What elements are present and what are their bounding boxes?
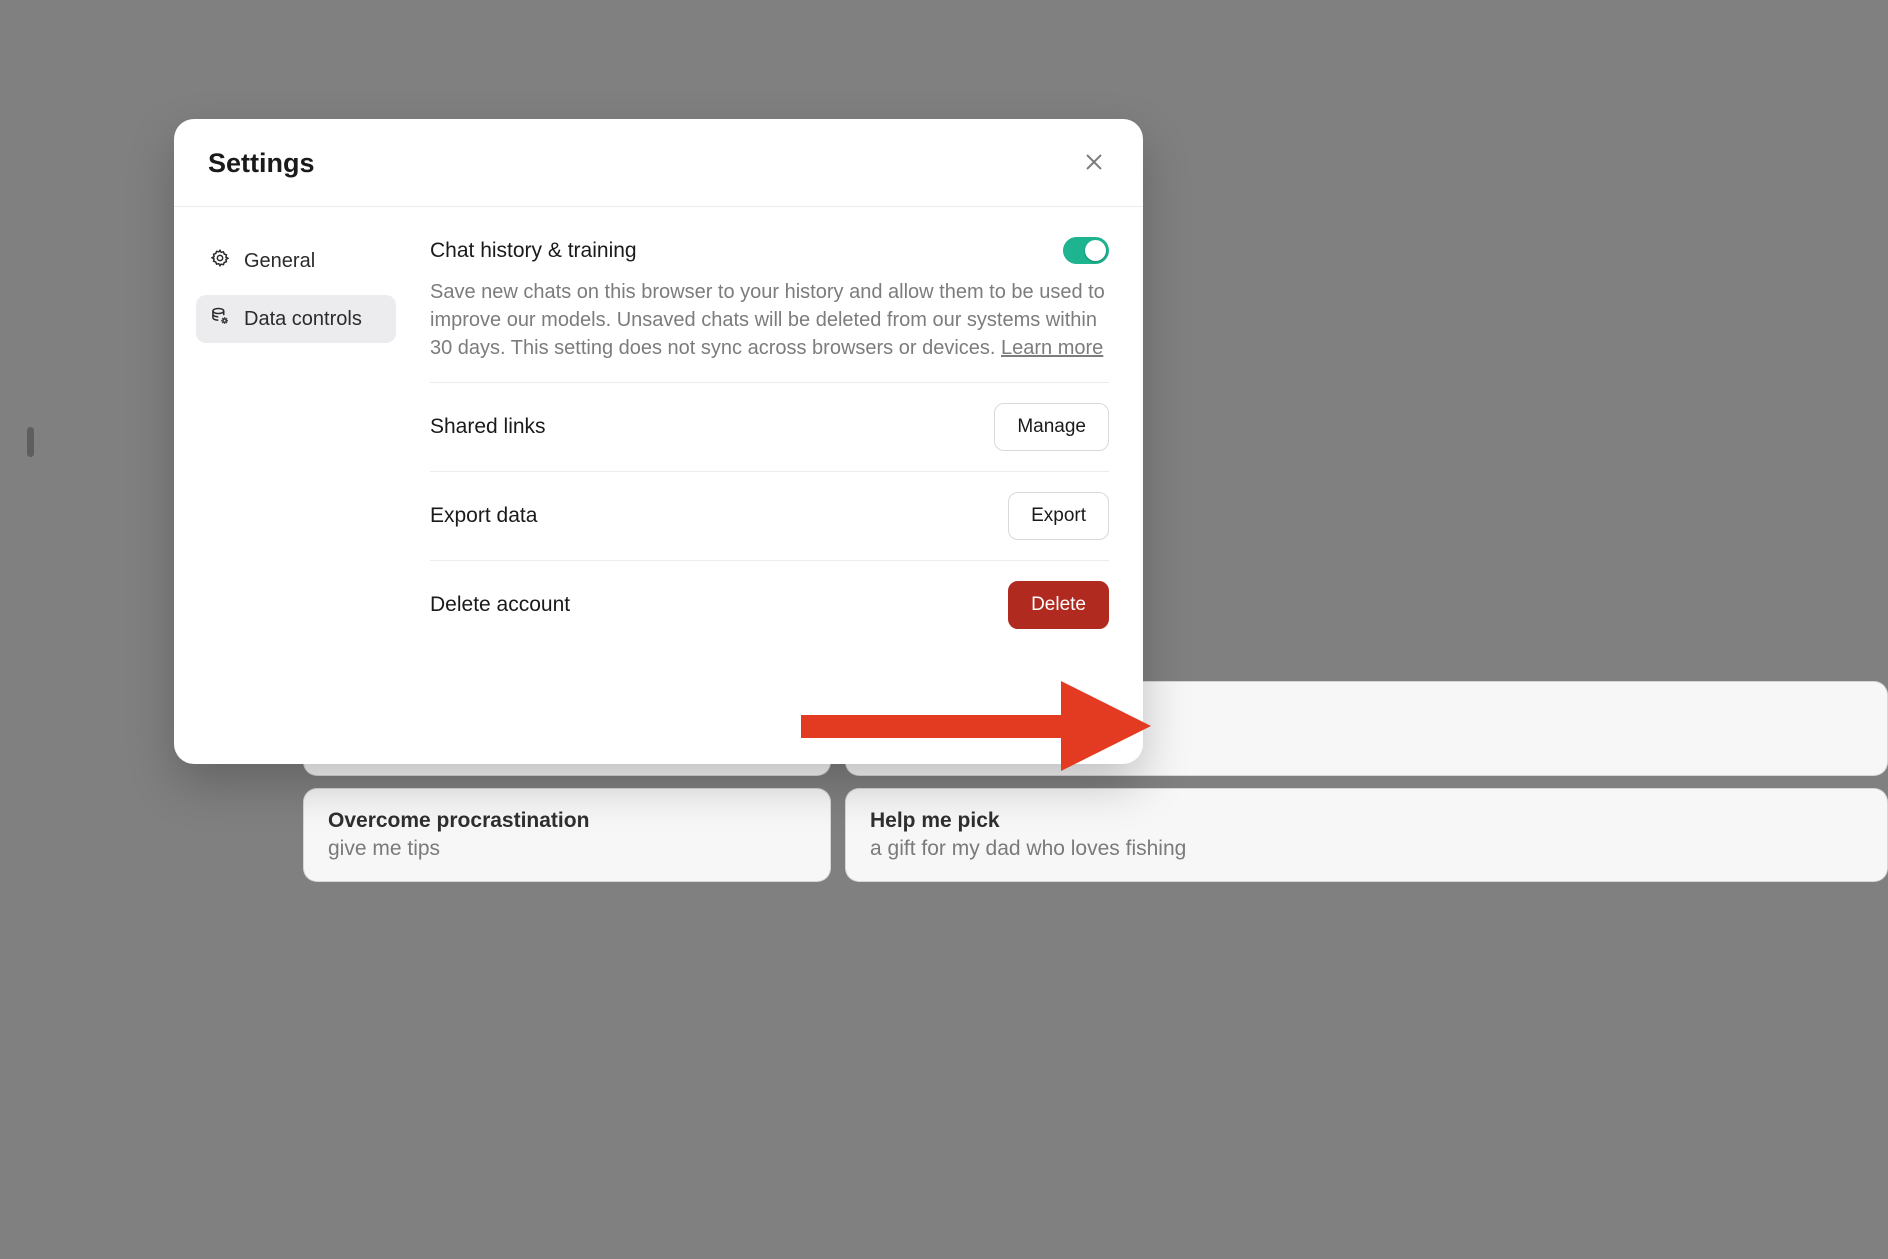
toggle-knob: [1085, 240, 1106, 261]
suggestion-card[interactable]: Help me pick a gift for my dad who loves…: [845, 788, 1888, 883]
suggestion-title: Help me pick: [870, 807, 1863, 835]
section-shared-links: Shared links Manage: [430, 382, 1109, 471]
section-chat-history: Chat history & training Save new chats o…: [430, 237, 1109, 382]
scrollbar[interactable]: [27, 427, 34, 457]
gear-icon: [210, 248, 230, 274]
suggestion-title: Overcome procrastination: [328, 807, 806, 835]
nav-item-general[interactable]: General: [196, 237, 396, 285]
section-export-data: Export data Export: [430, 471, 1109, 560]
delete-account-button[interactable]: Delete: [1008, 581, 1109, 629]
section-title: Export data: [430, 504, 537, 528]
nav-item-data-controls[interactable]: Data controls: [196, 295, 396, 343]
modal-title: Settings: [208, 148, 315, 179]
section-description: Save new chats on this browser to your h…: [430, 278, 1109, 362]
close-icon: [1083, 151, 1105, 176]
section-title: Chat history & training: [430, 239, 637, 263]
learn-more-link[interactable]: Learn more: [1001, 337, 1103, 359]
database-gear-icon: [210, 306, 230, 332]
settings-modal: Settings General: [174, 119, 1143, 764]
modal-header: Settings: [174, 119, 1143, 207]
settings-content: Chat history & training Save new chats o…: [430, 237, 1109, 734]
nav-item-label: General: [244, 250, 315, 273]
export-data-button[interactable]: Export: [1008, 492, 1109, 540]
manage-shared-links-button[interactable]: Manage: [994, 403, 1109, 451]
suggestion-subtitle: a gift for my dad who loves fishing: [870, 835, 1863, 863]
chat-history-toggle[interactable]: [1063, 237, 1109, 264]
section-delete-account: Delete account Delete: [430, 560, 1109, 649]
section-title: Shared links: [430, 415, 546, 439]
nav-item-label: Data controls: [244, 308, 362, 331]
suggestion-subtitle: give me tips: [328, 835, 806, 863]
suggestion-card[interactable]: Overcome procrastination give me tips: [303, 788, 831, 883]
section-title: Delete account: [430, 593, 570, 617]
close-button[interactable]: [1077, 145, 1111, 182]
settings-nav: General Data controls: [196, 237, 396, 734]
